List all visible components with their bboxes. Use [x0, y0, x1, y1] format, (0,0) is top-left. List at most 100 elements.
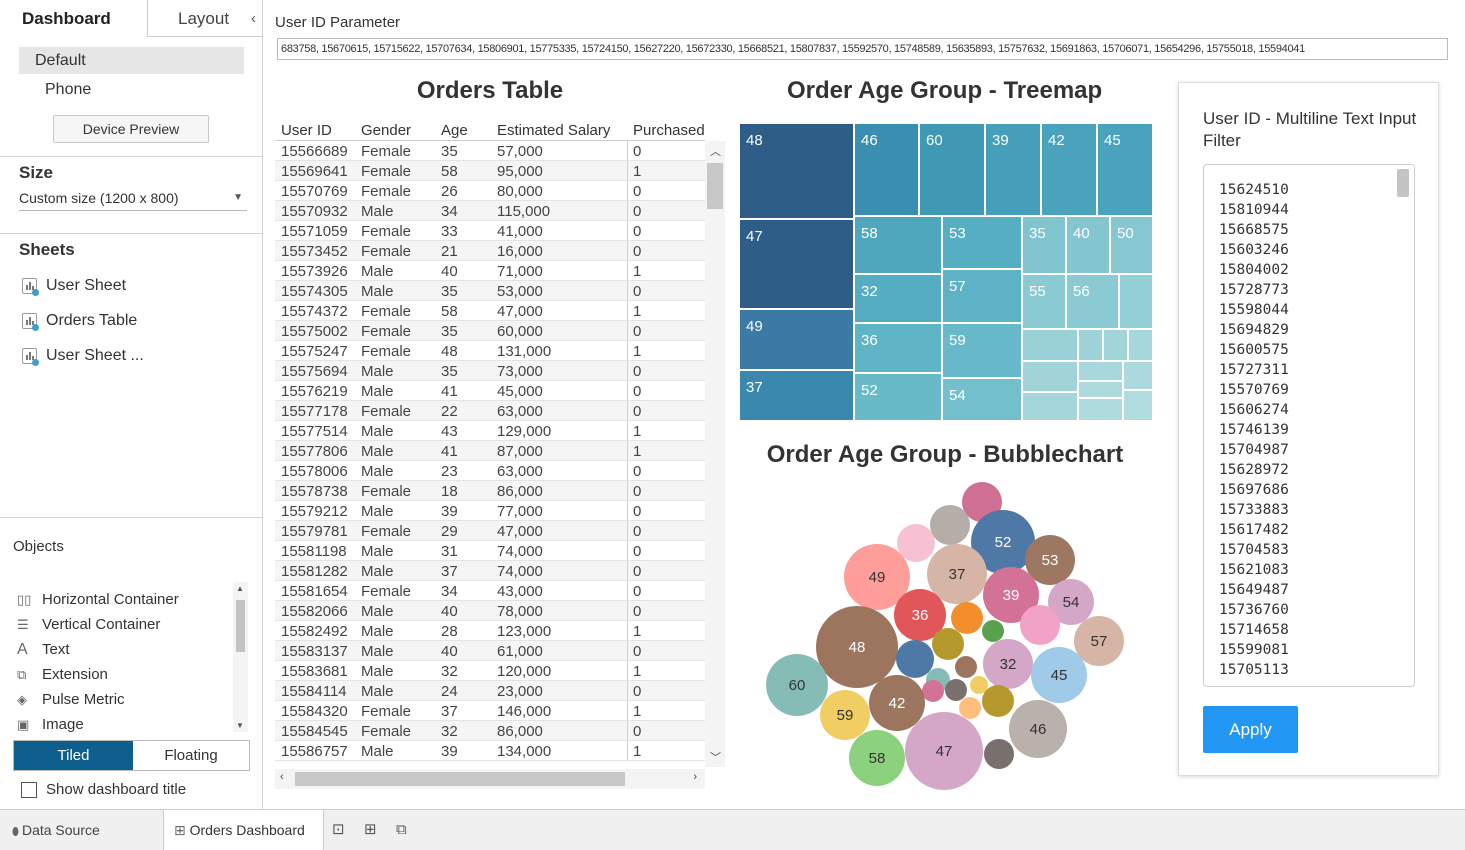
treemap-cell-40[interactable]: 40	[1066, 216, 1110, 274]
treemap-cell-42[interactable]: 42	[1041, 123, 1097, 216]
column-header[interactable]: Age	[441, 122, 468, 139]
treemap-cell-56[interactable]: 56	[1066, 274, 1119, 329]
object-pulse-metric[interactable]: ◈ Pulse Metric	[17, 689, 125, 711]
bubble[interactable]	[932, 628, 964, 660]
table-row[interactable]: 15566689 Female 35 57,000 0	[275, 141, 705, 161]
column-header[interactable]: User ID	[281, 122, 332, 139]
treemap-cell-57[interactable]: 57	[942, 269, 1022, 323]
bubble-47[interactable]: 47	[905, 712, 983, 790]
table-row[interactable]: 15575694 Male 35 73,000 0	[275, 361, 705, 381]
table-row[interactable]: 15584114 Male 24 23,000 0	[275, 681, 705, 701]
treemap-cell-48[interactable]: 48	[739, 123, 854, 219]
multiline-text-input[interactable]: 15624510 15810944 15668575 15603246 1580…	[1203, 164, 1415, 687]
checkbox-icon[interactable]	[21, 782, 37, 798]
table-row[interactable]: 15577178 Female 22 63,000 0	[275, 401, 705, 421]
table-row[interactable]: 15584545 Female 32 86,000 0	[275, 721, 705, 741]
table-row[interactable]: 15586757 Male 39 134,000 1	[275, 741, 705, 761]
scroll-down-icon[interactable]: ▼	[236, 721, 244, 730]
treemap-cell[interactable]	[1022, 392, 1078, 421]
table-row[interactable]: 15576219 Male 41 45,000 0	[275, 381, 705, 401]
table-row[interactable]: 15578006 Male 23 63,000 0	[275, 461, 705, 481]
table-row[interactable]: 15575247 Female 48 131,000 1	[275, 341, 705, 361]
bubble[interactable]	[982, 620, 1004, 642]
bubble[interactable]	[982, 685, 1014, 717]
new-story-icon[interactable]: ⧉	[396, 821, 414, 839]
show-dashboard-title-checkbox[interactable]: Show dashboard title	[21, 781, 186, 799]
table-row[interactable]: 15582492 Male 28 123,000 1	[275, 621, 705, 641]
scrollbar-thumb[interactable]	[707, 163, 723, 209]
column-header[interactable]: Gender	[361, 122, 411, 139]
scroll-down-icon[interactable]: ﹀	[710, 749, 721, 765]
table-row[interactable]: 15583137 Male 40 61,000 0	[275, 641, 705, 661]
treemap-cell-58[interactable]: 58	[854, 216, 942, 274]
treemap-cell[interactable]	[1103, 329, 1128, 361]
table-row[interactable]: 15579212 Male 39 77,000 0	[275, 501, 705, 521]
object-image[interactable]: ▣ Image	[17, 714, 84, 736]
object-extension[interactable]: ⧉ Extension	[17, 664, 108, 686]
device-preview-button[interactable]: Device Preview	[53, 115, 209, 143]
sheet-item-user-sheet[interactable]: User Sheet	[22, 275, 126, 297]
bubble[interactable]	[922, 680, 944, 702]
tab-dashboard[interactable]: Dashboard	[0, 0, 147, 37]
bubble[interactable]	[984, 739, 1014, 769]
scrollbar-thumb[interactable]	[236, 600, 245, 652]
treemap-cell[interactable]	[1078, 329, 1103, 361]
collapse-panel-icon[interactable]: ‹	[251, 0, 256, 37]
treemap-cell-54[interactable]: 54	[942, 378, 1022, 421]
treemap-cell[interactable]	[1123, 390, 1153, 421]
treemap-cell[interactable]	[1022, 329, 1078, 361]
treemap-cell-53[interactable]: 53	[942, 216, 1022, 269]
bubble[interactable]	[930, 505, 970, 545]
treemap-cell-60[interactable]: 60	[919, 123, 985, 216]
data-source-tab[interactable]: ⬮ Data Source	[0, 810, 163, 850]
bubble[interactable]	[1020, 605, 1060, 645]
object-text[interactable]: A Text	[17, 639, 70, 661]
table-row[interactable]: 15574305 Male 35 53,000 0	[275, 281, 705, 301]
treemap-cell-32[interactable]: 32	[854, 274, 942, 323]
table-row[interactable]: 15581282 Male 37 74,000 0	[275, 561, 705, 581]
treemap-cell-47[interactable]: 47	[739, 219, 854, 309]
bubble-48[interactable]: 48	[816, 606, 898, 688]
table-row[interactable]: 15569641 Female 58 95,000 1	[275, 161, 705, 181]
device-default[interactable]: Default	[19, 47, 244, 74]
treemap-cell-59[interactable]: 59	[942, 323, 1022, 378]
bubble-60[interactable]: 60	[766, 654, 828, 716]
new-worksheet-icon[interactable]: ⊡	[332, 821, 350, 839]
treemap-cell-52[interactable]: 52	[854, 373, 942, 421]
objects-scrollbar[interactable]: ▲ ▼	[233, 582, 248, 732]
table-row[interactable]: 15583681 Male 32 120,000 1	[275, 661, 705, 681]
device-phone[interactable]: Phone	[19, 76, 244, 103]
treemap-cell-36[interactable]: 36	[854, 323, 942, 373]
column-header[interactable]: Purchased	[633, 122, 705, 139]
scroll-up-icon[interactable]: ︿	[710, 143, 721, 159]
column-header[interactable]: Estimated Salary	[497, 122, 610, 139]
object-vertical-container[interactable]: ☰ Vertical Container	[17, 614, 160, 636]
treemap-cell[interactable]	[1128, 329, 1153, 361]
apply-button[interactable]: Apply	[1203, 706, 1298, 753]
scroll-right-icon[interactable]: ›	[693, 771, 697, 783]
table-row[interactable]: 15581654 Female 34 43,000 0	[275, 581, 705, 601]
bubble-32[interactable]: 32	[983, 639, 1033, 689]
filter-scrollbar[interactable]	[1392, 165, 1414, 686]
table-row[interactable]: 15570769 Female 26 80,000 0	[275, 181, 705, 201]
new-dashboard-icon[interactable]: ⊞	[364, 821, 382, 839]
table-row[interactable]: 15574372 Female 58 47,000 1	[275, 301, 705, 321]
treemap-cell-37[interactable]: 37	[739, 370, 854, 421]
table-vertical-scrollbar[interactable]: ︿ ﹀	[705, 141, 725, 767]
floating-button[interactable]: Floating	[133, 741, 249, 770]
object-horizontal-container[interactable]: ▯▯ Horizontal Container	[17, 589, 179, 611]
treemap-cell[interactable]	[1078, 398, 1123, 421]
treemap-cell-39[interactable]: 39	[985, 123, 1041, 216]
tiled-button[interactable]: Tiled	[14, 741, 133, 770]
treemap-cell-35[interactable]: 35	[1022, 216, 1066, 274]
table-row[interactable]: 15582066 Male 40 78,000 0	[275, 601, 705, 621]
filter-text-values[interactable]: 15624510 15810944 15668575 15603246 1580…	[1219, 180, 1289, 680]
table-row[interactable]: 15579781 Female 29 47,000 0	[275, 521, 705, 541]
table-horizontal-scrollbar[interactable]: ‹ ›	[275, 769, 705, 789]
size-dropdown[interactable]: Custom size (1200 x 800) ▼	[19, 188, 247, 211]
treemap-cell-45[interactable]: 45	[1097, 123, 1153, 216]
orders-dashboard-tab[interactable]: ⊞ Orders Dashboard	[163, 810, 324, 850]
bubble-45[interactable]: 45	[1031, 647, 1087, 703]
scrollbar-thumb[interactable]	[1397, 169, 1409, 197]
treemap-cell-46[interactable]: 46	[854, 123, 919, 216]
